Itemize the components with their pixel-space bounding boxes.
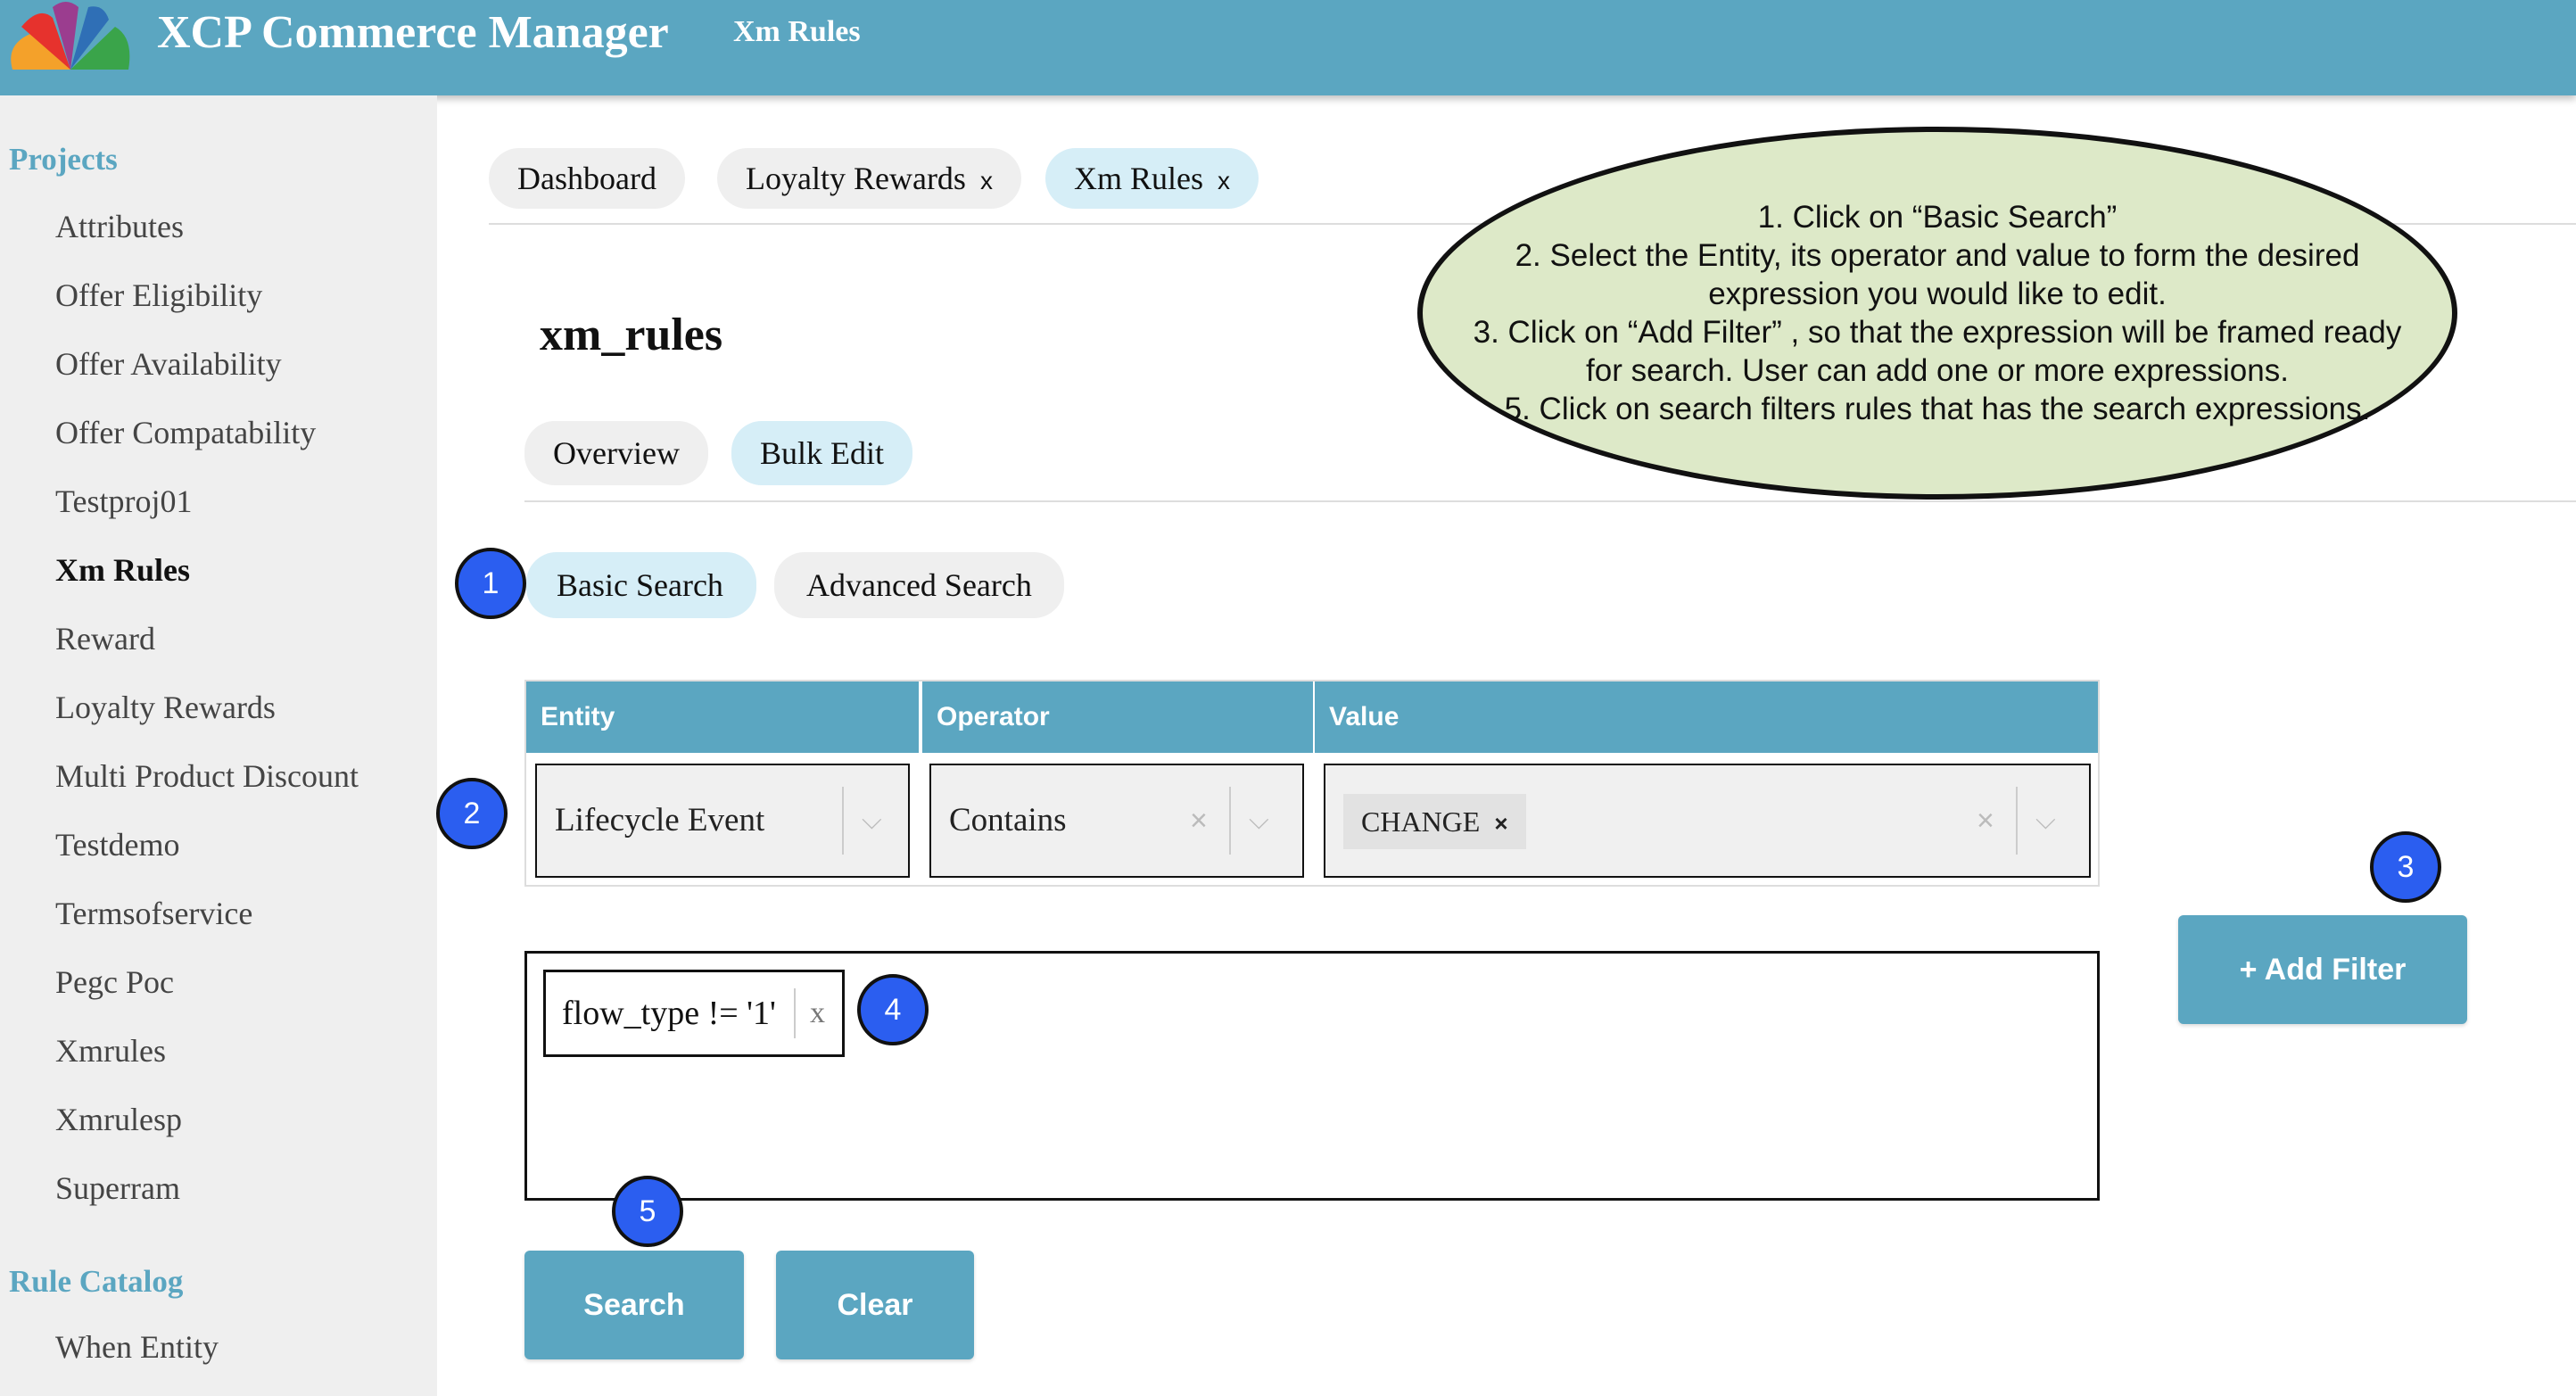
sidebar-item-pegc-poc[interactable]: Pegc Poc xyxy=(55,963,174,1001)
subtabs-divider xyxy=(524,500,2576,502)
sidebar-item-termsofservice[interactable]: Termsofservice xyxy=(55,895,252,932)
sidebar-item-multi-product-discount[interactable]: Multi Product Discount xyxy=(55,757,359,795)
tab-loyalty-rewards[interactable]: Loyalty Rewards x xyxy=(717,148,1021,209)
sidebar-item-attributes[interactable]: Attributes xyxy=(55,208,184,245)
close-icon[interactable]: x xyxy=(980,167,993,194)
sidebar-item-testdemo[interactable]: Testdemo xyxy=(55,826,179,863)
header-page-name: Xm Rules xyxy=(733,15,861,48)
select-separator xyxy=(842,787,844,855)
sidebar-item-when-entity[interactable]: When Entity xyxy=(55,1328,219,1366)
value-chip-label: CHANGE xyxy=(1361,805,1481,838)
operator-column-header: Operator xyxy=(921,681,1313,753)
sidebar-item-xmrules[interactable]: Xmrules xyxy=(55,1032,166,1070)
tab-bulk-edit[interactable]: Bulk Edit xyxy=(731,421,913,485)
page-title: xm_rules xyxy=(540,310,723,360)
step-badge-4: 4 xyxy=(857,974,929,1045)
tab-label: Basic Search xyxy=(557,567,723,603)
filter-table: Entity Operator Value Lifecycle Event ⌵ … xyxy=(524,680,2100,887)
remove-chip-icon[interactable]: × xyxy=(1494,810,1507,837)
tab-overview[interactable]: Overview xyxy=(524,421,708,485)
operator-select-value: Contains xyxy=(949,802,1067,838)
chevron-down-icon[interactable]: ⌵ xyxy=(862,765,882,876)
tab-label: Advanced Search xyxy=(806,567,1032,603)
chevron-down-icon[interactable]: ⌵ xyxy=(2035,765,2056,876)
search-button[interactable]: Search xyxy=(524,1251,744,1359)
tab-xm-rules[interactable]: Xm Rules x xyxy=(1045,148,1259,209)
value-select[interactable]: CHANGE × × ⌵ xyxy=(1324,764,2091,878)
select-separator xyxy=(1229,787,1231,855)
expression-chip: flow_type != '1' x xyxy=(543,970,845,1057)
expression-box: flow_type != '1' x xyxy=(524,951,2100,1201)
sidebar-item-offer-availability[interactable]: Offer Availability xyxy=(55,345,282,383)
select-separator xyxy=(2016,787,2018,855)
callout-line: 2. Select the Entity, its operator and v… xyxy=(1515,238,2360,311)
value-column-header: Value xyxy=(1313,681,2098,753)
step-badge-3: 3 xyxy=(2370,831,2441,903)
remove-expression-icon[interactable]: x xyxy=(810,972,825,1054)
instruction-callout: 1. Click on “Basic Search” 2. Select the… xyxy=(1417,127,2457,500)
step-badge-5: 5 xyxy=(612,1176,683,1247)
app-header: XCP Commerce Manager Xm Rules xyxy=(0,0,2576,95)
sidebar-item-superram[interactable]: Superram xyxy=(55,1169,180,1207)
basic-search-tab[interactable]: Basic Search xyxy=(526,552,756,618)
chip-separator xyxy=(794,988,796,1038)
advanced-search-tab[interactable]: Advanced Search xyxy=(774,552,1064,618)
step-badge-2: 2 xyxy=(436,778,508,849)
chevron-down-icon[interactable]: ⌵ xyxy=(1249,765,1269,876)
app-title[interactable]: XCP Commerce Manager xyxy=(157,4,669,62)
sidebar-item-reward[interactable]: Reward xyxy=(55,620,155,657)
sidebar-item-testproj01[interactable]: Testproj01 xyxy=(55,483,192,520)
value-chip: CHANGE × xyxy=(1343,794,1526,849)
expression-text: flow_type != '1' xyxy=(562,995,776,1032)
tab-label: Loyalty Rewards xyxy=(746,161,966,196)
clear-icon[interactable]: × xyxy=(1190,765,1208,876)
tab-label: Bulk Edit xyxy=(760,435,885,471)
callout-line: 5. Click on search filters rules that ha… xyxy=(1504,392,2371,426)
sidebar-item-xm-rules[interactable]: Xm Rules xyxy=(55,551,190,589)
callout-line: 3. Click on “Add Filter” , so that the e… xyxy=(1473,315,2402,388)
add-filter-button[interactable]: + Add Filter xyxy=(2178,915,2467,1024)
tab-label: Xm Rules xyxy=(1074,161,1204,196)
entity-column-header: Entity xyxy=(526,681,919,753)
peacock-logo-icon xyxy=(11,2,130,70)
tab-dashboard[interactable]: Dashboard xyxy=(489,148,685,209)
clear-icon[interactable]: × xyxy=(1977,765,1994,876)
entity-select-value: Lifecycle Event xyxy=(555,802,765,838)
operator-select[interactable]: Contains × ⌵ xyxy=(929,764,1304,878)
sidebar-item-offer-compatability[interactable]: Offer Compatability xyxy=(55,414,316,451)
sidebar-item-xmrulesp[interactable]: Xmrulesp xyxy=(55,1101,182,1138)
sidebar-section-rule-catalog[interactable]: Rule Catalog xyxy=(9,1264,183,1300)
callout-line: 1. Click on “Basic Search” xyxy=(1757,200,2118,235)
entity-select[interactable]: Lifecycle Event ⌵ xyxy=(535,764,910,878)
sidebar-section-projects[interactable]: Projects xyxy=(9,142,118,178)
sidebar-item-offer-eligibility[interactable]: Offer Eligibility xyxy=(55,277,262,314)
close-icon[interactable]: x xyxy=(1218,167,1230,194)
step-badge-1: 1 xyxy=(455,548,526,619)
sidebar: Projects Attributes Offer Eligibility Of… xyxy=(0,95,437,1396)
tab-label: Overview xyxy=(553,435,680,471)
sidebar-item-loyalty-rewards[interactable]: Loyalty Rewards xyxy=(55,689,276,726)
tab-label: Dashboard xyxy=(517,161,656,196)
clear-button[interactable]: Clear xyxy=(776,1251,974,1359)
